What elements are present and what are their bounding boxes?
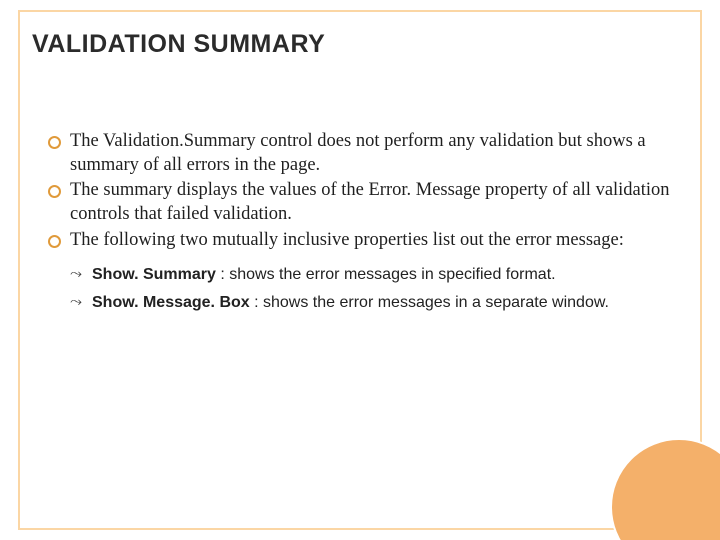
sub-bullet-item: Show. Summary : shows the error messages…: [70, 264, 672, 286]
slide-title: VALIDATION SUMMARY: [32, 30, 325, 59]
slide-frame: VALIDATION SUMMARY The Validation.Summar…: [18, 10, 702, 530]
sub-bullet-lead: Show. Message. Box: [92, 294, 250, 311]
bullet-item: The summary displays the values of the E…: [48, 179, 672, 226]
decorative-circle-icon: [610, 438, 720, 540]
slide-content: The Validation.Summary control does not …: [48, 130, 672, 320]
bullet-list: The Validation.Summary control does not …: [48, 130, 672, 252]
bullet-item: The following two mutually inclusive pro…: [48, 229, 672, 253]
bullet-item: The Validation.Summary control does not …: [48, 130, 672, 177]
sub-bullet-lead: Show. Summary: [92, 266, 216, 283]
sub-bullet-item: Show. Message. Box : shows the error mes…: [70, 292, 672, 314]
sub-bullet-list: Show. Summary : shows the error messages…: [70, 264, 672, 313]
sub-bullet-rest: : shows the error messages in a separate…: [250, 294, 609, 311]
sub-bullet-rest: : shows the error messages in specified …: [216, 266, 556, 283]
